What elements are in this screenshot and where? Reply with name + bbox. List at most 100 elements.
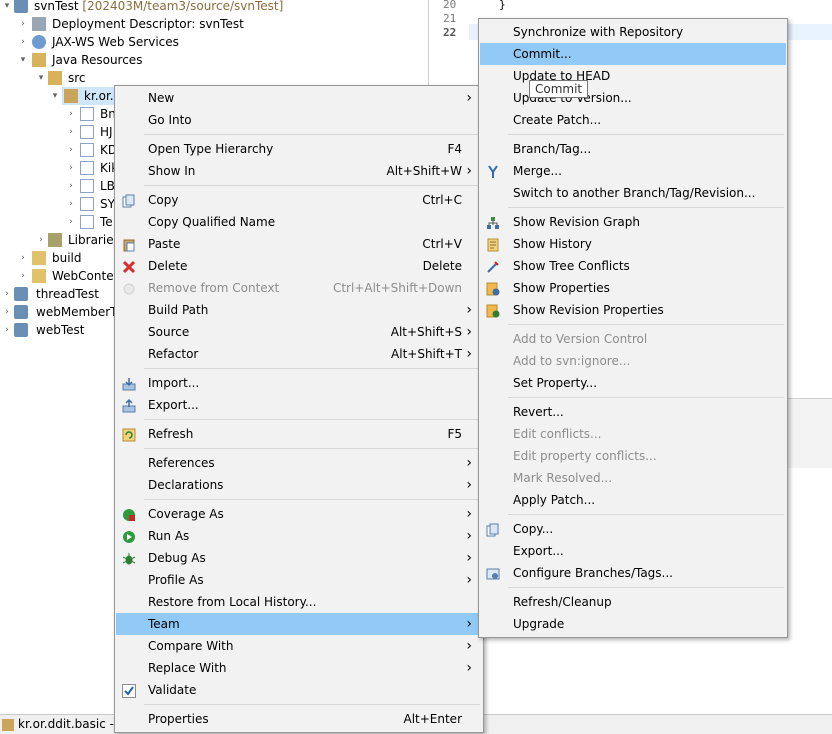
import-icon xyxy=(122,376,136,391)
source-folder-icon xyxy=(48,71,62,85)
collapse-arrow-icon[interactable]: › xyxy=(2,321,12,339)
team-menu-item-create-patch[interactable]: Create Patch... xyxy=(480,109,786,131)
delete-icon xyxy=(122,259,136,274)
tree-item-java-resources[interactable]: ▾ Java Resources xyxy=(0,51,428,69)
team-menu-item-branch-tag[interactable]: Branch/Tag... xyxy=(480,138,786,160)
copy-icon xyxy=(122,193,136,208)
collapse-arrow-icon[interactable]: › xyxy=(66,195,76,213)
collapse-arrow-icon[interactable]: › xyxy=(66,177,76,195)
tree-item-java-file[interactable]: › Te xyxy=(0,213,114,231)
collapse-arrow-icon[interactable]: › xyxy=(18,249,28,267)
tree-item-package[interactable]: ▾ kr.or.d xyxy=(53,87,121,105)
team-menu-item-commit[interactable]: Commit... xyxy=(480,43,786,65)
collapse-arrow-icon[interactable]: › xyxy=(66,159,76,177)
tooltip: Commit xyxy=(529,80,589,98)
tree-item-java-file[interactable]: › LB xyxy=(0,177,115,195)
menu-item-shortcut: F4 xyxy=(447,142,462,156)
team-menu-item-merge[interactable]: Merge... xyxy=(480,160,786,182)
menu-item-label: Remove from Context xyxy=(148,281,280,295)
menu-item-label: Commit... xyxy=(513,47,572,61)
context-menu-item-export[interactable]: Export... xyxy=(116,394,482,416)
expand-arrow-icon[interactable]: ▾ xyxy=(2,0,12,15)
team-menu-item-synchronize-with-repository[interactable]: Synchronize with Repository xyxy=(480,21,786,43)
team-menu-item-show-revision-graph[interactable]: Show Revision Graph xyxy=(480,211,786,233)
menu-item-label: Synchronize with Repository xyxy=(513,25,684,39)
tree-item-project[interactable]: › webMemberTe xyxy=(0,303,123,321)
team-menu-item-show-tree-conflicts[interactable]: Show Tree Conflicts xyxy=(480,255,786,277)
team-menu-item-update-to-version[interactable]: Update to Version... xyxy=(480,87,786,109)
context-menu-item-run-as[interactable]: Run As › xyxy=(116,525,482,547)
context-menu-item-go-into[interactable]: Go Into xyxy=(116,109,482,131)
expand-arrow-icon[interactable]: ▾ xyxy=(18,51,28,69)
collapse-arrow-icon[interactable]: › xyxy=(2,303,12,321)
tree-item-project[interactable]: › webTest xyxy=(0,321,114,339)
context-menu-item-copy[interactable]: Copy Ctrl+C xyxy=(116,189,482,211)
context-menu-item-build-path[interactable]: Build Path › xyxy=(116,299,482,321)
team-menu-item-update-to-head[interactable]: Update to HEAD xyxy=(480,65,786,87)
menu-item-label: Restore from Local History... xyxy=(148,595,317,609)
collapse-arrow-icon[interactable]: › xyxy=(18,33,28,51)
context-menu-item-source[interactable]: Source Alt+Shift+S › xyxy=(116,321,482,343)
collapse-arrow-icon[interactable]: › xyxy=(36,231,46,249)
context-menu-item-compare-with[interactable]: Compare With › xyxy=(116,635,482,657)
context-menu-item-properties[interactable]: Properties Alt+Enter xyxy=(116,708,482,730)
tree-item-java-file[interactable]: › Bn xyxy=(0,105,116,123)
team-menu-item-switch-to-another-branch-tag-revision[interactable]: Switch to another Branch/Tag/Revision... xyxy=(480,182,786,204)
collapse-arrow-icon[interactable]: › xyxy=(66,213,76,231)
refresh-icon xyxy=(122,427,136,442)
collapse-arrow-icon[interactable]: › xyxy=(18,15,28,33)
context-menu-item-refactor[interactable]: Refactor Alt+Shift+T › xyxy=(116,343,482,365)
tree-item-java-file[interactable]: › SY xyxy=(0,195,115,213)
java-file-icon xyxy=(80,107,94,121)
java-file-icon xyxy=(80,143,94,157)
collapse-arrow-icon[interactable]: › xyxy=(18,267,28,285)
tree-item-java-file[interactable]: › KD xyxy=(0,141,117,159)
expand-arrow-icon[interactable]: ▾ xyxy=(36,69,46,87)
context-menu-item-new[interactable]: New › xyxy=(116,87,482,109)
context-menu-item-copy-qualified-name[interactable]: Copy Qualified Name xyxy=(116,211,482,233)
team-menu-item-show-history[interactable]: Show History xyxy=(480,233,786,255)
context-menu-item-paste[interactable]: Paste Ctrl+V xyxy=(116,233,482,255)
folder-icon xyxy=(32,269,46,283)
team-menu-item-copy[interactable]: Copy... xyxy=(480,518,786,540)
tree-item-project[interactable]: ▾ svnTest [202403M/team3/source/svnTest] xyxy=(0,0,428,15)
context-menu-item-import[interactable]: Import... xyxy=(116,372,482,394)
context-menu-item-restore-from-local-history[interactable]: Restore from Local History... xyxy=(116,591,482,613)
collapse-arrow-icon[interactable]: › xyxy=(66,105,76,123)
java-file-name: HJ xyxy=(100,125,113,139)
tree-item-project[interactable]: › threadTest xyxy=(0,285,114,303)
context-menu-item-team[interactable]: Team › xyxy=(116,613,482,635)
collapse-arrow-icon[interactable]: › xyxy=(66,123,76,141)
context-menu-item-debug-as[interactable]: Debug As › xyxy=(116,547,482,569)
context-menu-item-open-type-hierarchy[interactable]: Open Type Hierarchy F4 xyxy=(116,138,482,160)
team-menu-item-configure-branches-tags[interactable]: Configure Branches/Tags... xyxy=(480,562,786,584)
context-menu-item-refresh[interactable]: Refresh F5 xyxy=(116,423,482,445)
menu-separator xyxy=(508,397,784,398)
project-icon xyxy=(14,323,28,337)
context-menu-item-declarations[interactable]: Declarations › xyxy=(116,474,482,496)
team-menu-item-set-property[interactable]: Set Property... xyxy=(480,372,786,394)
team-menu-item-upgrade[interactable]: Upgrade xyxy=(480,613,786,635)
team-menu-item-export[interactable]: Export... xyxy=(480,540,786,562)
context-menu-item-profile-as[interactable]: Profile As › xyxy=(116,569,482,591)
collapse-arrow-icon[interactable]: › xyxy=(66,141,76,159)
expand-arrow-icon[interactable]: ▾ xyxy=(50,87,60,105)
context-menu-item-replace-with[interactable]: Replace With › xyxy=(116,657,482,679)
team-menu-item-apply-patch[interactable]: Apply Patch... xyxy=(480,489,786,511)
tree-item-deployment-descriptor[interactable]: › Deployment Descriptor: svnTest xyxy=(0,15,428,33)
team-menu-item-show-revision-properties[interactable]: Show Revision Properties xyxy=(480,299,786,321)
collapse-arrow-icon[interactable]: › xyxy=(2,285,12,303)
tree-item-jaxws[interactable]: › JAX-WS Web Services xyxy=(0,33,428,51)
tree-item-java-file[interactable]: › HJ xyxy=(0,123,114,141)
context-menu-item-show-in[interactable]: Show In Alt+Shift+W › xyxy=(116,160,482,182)
context-menu-item-validate[interactable]: Validate xyxy=(116,679,482,701)
context-menu-item-delete[interactable]: Delete Delete xyxy=(116,255,482,277)
team-menu-item-refresh-cleanup[interactable]: Refresh/Cleanup xyxy=(480,591,786,613)
tree-item-java-file[interactable]: › Kik xyxy=(0,159,118,177)
context-menu-item-coverage-as[interactable]: Coverage As › xyxy=(116,503,482,525)
context-menu-item-references[interactable]: References › xyxy=(116,452,482,474)
team-menu-item-revert[interactable]: Revert... xyxy=(480,401,786,423)
team-menu-item-show-properties[interactable]: Show Properties xyxy=(480,277,786,299)
line-number: 22 xyxy=(443,26,457,39)
team-menu-item-mark-resolved: Mark Resolved... xyxy=(480,467,786,489)
